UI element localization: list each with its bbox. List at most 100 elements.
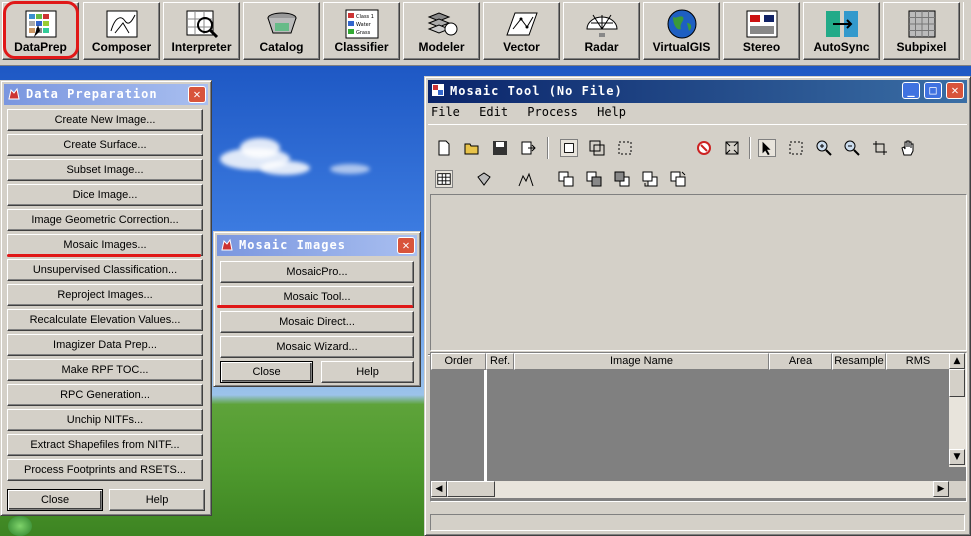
- bring-to-front-icon[interactable]: [641, 170, 659, 188]
- column-header-area[interactable]: Area: [769, 353, 832, 370]
- help-button[interactable]: Help: [321, 361, 414, 383]
- make-rpf-toc-button[interactable]: Make RPF TOC...: [7, 359, 203, 381]
- create-surface-button[interactable]: Create Surface...: [7, 134, 203, 156]
- reproject-images-button[interactable]: Reproject Images...: [7, 284, 203, 306]
- unchip-nitfs-button[interactable]: Unchip NITFs...: [7, 409, 203, 431]
- new-file-icon[interactable]: [435, 139, 453, 157]
- maximize-icon[interactable]: □: [924, 82, 942, 99]
- toolbar-button-classifier[interactable]: Class 1 Water Grass Classifier: [323, 2, 400, 60]
- toolbar-button-modeler[interactable]: Modeler: [403, 2, 480, 60]
- column-header-ref[interactable]: Ref.: [486, 353, 514, 370]
- recalculate-elevation-button[interactable]: Recalculate Elevation Values...: [7, 309, 203, 331]
- toolbar-button-stereo[interactable]: Stereo: [723, 2, 800, 60]
- toolbar-button-composer[interactable]: Composer: [83, 2, 160, 60]
- menu-process[interactable]: Process: [527, 105, 578, 119]
- geometric-correction-button[interactable]: Image Geometric Correction...: [7, 209, 203, 231]
- bring-forward-icon[interactable]: [613, 170, 631, 188]
- toolbar-label: Interpreter: [171, 40, 232, 54]
- column-header-rms[interactable]: RMS: [886, 353, 950, 370]
- scroll-down-icon[interactable]: ▼: [949, 449, 965, 465]
- histogram-icon[interactable]: [517, 170, 535, 188]
- mosaic-direct-button[interactable]: Mosaic Direct...: [220, 311, 414, 333]
- close-button[interactable]: Close: [220, 361, 313, 383]
- image-mode-icon[interactable]: [560, 139, 578, 157]
- toolbar-label: Vector: [503, 40, 540, 54]
- column-header-resample[interactable]: Resample: [832, 353, 886, 370]
- close-icon[interactable]: ✕: [397, 237, 415, 254]
- image-list-icon[interactable]: [475, 170, 493, 188]
- toolbar-button-virtualgis[interactable]: VirtualGIS: [643, 2, 720, 60]
- unsupervised-classification-button[interactable]: Unsupervised Classification...: [7, 259, 203, 281]
- marquee-select-icon[interactable]: [787, 139, 805, 157]
- toolbar-label: AutoSync: [813, 40, 870, 54]
- subset-image-button[interactable]: Subset Image...: [7, 159, 203, 181]
- close-button[interactable]: Close: [7, 489, 103, 511]
- send-to-back-icon[interactable]: [557, 170, 575, 188]
- help-button[interactable]: Help: [109, 489, 205, 511]
- scroll-thumb[interactable]: [447, 481, 495, 497]
- scroll-left-icon[interactable]: ◀: [431, 481, 447, 497]
- fit-to-window-icon[interactable]: [723, 139, 741, 157]
- classifier-legend-2: Water: [356, 22, 372, 28]
- window-title: Mosaic Images: [239, 238, 346, 252]
- column-header-order[interactable]: Order: [431, 353, 486, 370]
- data-preparation-window: Data Preparation ✕ Create New Image... C…: [0, 80, 212, 516]
- imagizer-data-prep-button[interactable]: Imagizer Data Prep...: [7, 334, 203, 356]
- catalog-icon: [267, 12, 296, 34]
- close-icon[interactable]: ✕: [946, 82, 964, 99]
- overlap-mode-icon[interactable]: [588, 139, 606, 157]
- menu-help[interactable]: Help: [597, 105, 626, 119]
- scroll-right-icon[interactable]: ▶: [933, 481, 949, 497]
- toolbar-button-catalog[interactable]: Catalog: [243, 2, 320, 60]
- image-table[interactable]: Order Ref. Image Name Area Resample RMS …: [430, 352, 967, 502]
- toolbar-label: Catalog: [259, 40, 304, 54]
- send-backward-icon[interactable]: [585, 170, 603, 188]
- crop-icon[interactable]: [871, 139, 889, 157]
- close-icon[interactable]: ✕: [188, 86, 206, 103]
- reverse-order-icon[interactable]: [669, 170, 687, 188]
- mosaic-images-button[interactable]: Mosaic Images...: [7, 234, 203, 256]
- menu-edit[interactable]: Edit: [479, 105, 508, 119]
- mosaic-tool-titlebar[interactable]: Mosaic Tool (No File) _ □ ✕: [428, 80, 967, 103]
- table-view-icon[interactable]: [435, 170, 453, 188]
- mosaicpro-button[interactable]: MosaicPro...: [220, 261, 414, 283]
- mosaic-images-window: Mosaic Images ✕ MosaicPro... Mosaic Tool…: [213, 231, 421, 387]
- save-icon[interactable]: [491, 139, 509, 157]
- rpc-generation-button[interactable]: RPC Generation...: [7, 384, 203, 406]
- data-preparation-titlebar[interactable]: Data Preparation ✕: [4, 84, 208, 105]
- scroll-thumb[interactable]: [949, 369, 965, 397]
- mosaic-wizard-button[interactable]: Mosaic Wizard...: [220, 336, 414, 358]
- dice-image-button[interactable]: Dice Image...: [7, 184, 203, 206]
- toolbar-button-radar[interactable]: Radar: [563, 2, 640, 60]
- pan-hand-icon[interactable]: [899, 139, 917, 157]
- window-title: Data Preparation: [26, 87, 158, 101]
- classifier-legend-1: Class 1: [356, 14, 374, 20]
- vertical-scrollbar[interactable]: ▲ ▼: [949, 353, 966, 467]
- classifier-icon: Class 1 Water Grass: [345, 9, 378, 39]
- open-folder-icon[interactable]: [463, 139, 481, 157]
- toolbar-label: VirtualGIS: [652, 40, 711, 54]
- start-orb-icon[interactable]: [8, 516, 32, 536]
- horizontal-scrollbar[interactable]: ◀ ▶: [431, 481, 949, 498]
- zoom-out-icon[interactable]: [843, 139, 861, 157]
- modeler-icon: [427, 12, 457, 36]
- zoom-in-icon[interactable]: [815, 139, 833, 157]
- output-mode-icon[interactable]: [616, 139, 634, 157]
- mosaic-images-titlebar[interactable]: Mosaic Images ✕: [217, 235, 417, 256]
- menu-file[interactable]: File: [431, 105, 460, 119]
- run-icon[interactable]: [695, 139, 713, 157]
- process-footprints-button[interactable]: Process Footprints and RSETS...: [7, 459, 203, 481]
- column-header-image-name[interactable]: Image Name: [514, 353, 769, 370]
- mosaic-canvas[interactable]: [430, 194, 967, 351]
- minimize-icon[interactable]: _: [902, 82, 920, 99]
- toolbar-label: Radar: [584, 40, 619, 54]
- export-icon[interactable]: [519, 139, 537, 157]
- scroll-up-icon[interactable]: ▲: [949, 353, 965, 369]
- create-new-image-button[interactable]: Create New Image...: [7, 109, 203, 131]
- toolbar-button-autosync[interactable]: AutoSync: [803, 2, 880, 60]
- toolbar-button-interpreter[interactable]: Interpreter: [163, 2, 240, 60]
- toolbar-button-vector[interactable]: Vector: [483, 2, 560, 60]
- extract-shapefiles-button[interactable]: Extract Shapefiles from NITF...: [7, 434, 203, 456]
- toolbar-button-subpixel[interactable]: Subpixel: [883, 2, 960, 60]
- select-arrow-icon[interactable]: [758, 139, 776, 157]
